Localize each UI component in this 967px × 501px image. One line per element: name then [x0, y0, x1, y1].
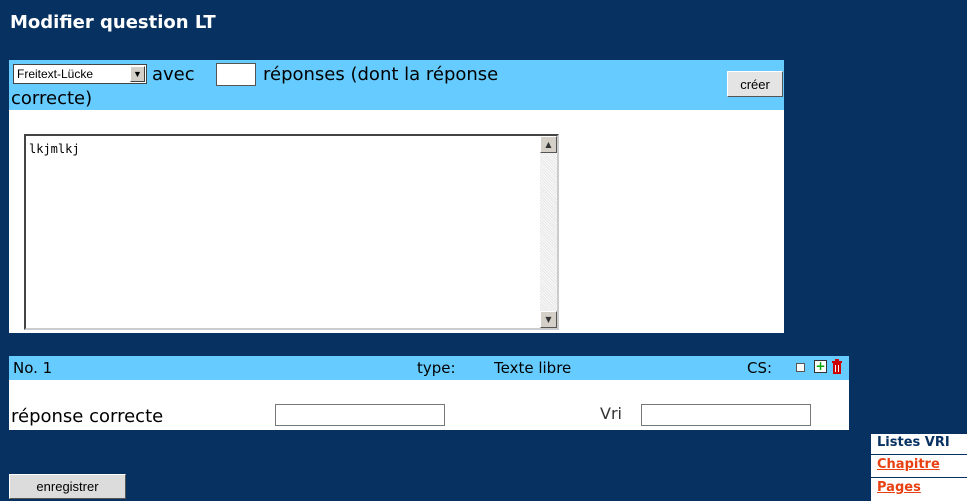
delete-answer-icon[interactable] — [831, 359, 843, 374]
responses-label-line2: correcte) — [11, 88, 93, 109]
scroll-down-icon[interactable]: ▼ — [540, 311, 557, 328]
correct-answer-label: réponse correcte — [11, 406, 164, 427]
divider — [871, 477, 967, 478]
vri-lists-title: Listes VRI — [877, 435, 950, 450]
page-title: Modifier question LT — [10, 12, 216, 33]
chevron-down-icon[interactable]: ▼ — [130, 66, 145, 82]
textarea-scrollbar[interactable]: ▲ ▼ — [540, 136, 557, 328]
cs-label: CS: — [747, 359, 773, 377]
answer-type-label: type: — [417, 359, 456, 377]
link-pages[interactable]: Pages — [877, 480, 921, 495]
question-type-value: Freitext-Lücke — [17, 67, 94, 81]
save-button[interactable]: enregistrer — [9, 474, 126, 499]
vri-input[interactable] — [641, 404, 811, 426]
vri-label: Vri — [600, 404, 622, 423]
answer-number: No. 1 — [13, 359, 53, 377]
vri-lists-panel: Listes VRI Chapitre Pages — [871, 434, 967, 501]
question-text-panel: lkjmlkj ▲ ▼ — [9, 110, 784, 333]
answer-header: No. 1 type: Texte libre CS: + — [9, 356, 849, 380]
answer-row: réponse correcte Vri — [9, 380, 849, 430]
responses-label-line1: réponses (dont la réponse — [263, 64, 499, 85]
question-textarea[interactable]: lkjmlkj — [26, 136, 540, 328]
question-type-select[interactable]: Freitext-Lücke ▼ — [13, 64, 147, 84]
create-button[interactable]: créer — [727, 71, 783, 97]
link-chapitre[interactable]: Chapitre — [877, 457, 940, 472]
answer-count-input[interactable] — [216, 63, 256, 86]
add-answer-icon[interactable]: + — [814, 360, 827, 373]
answer-type-value: Texte libre — [494, 359, 572, 377]
question-text-box: lkjmlkj ▲ ▼ — [24, 134, 559, 330]
case-sensitive-checkbox[interactable] — [796, 363, 805, 372]
divider — [871, 454, 967, 455]
answer-count-toolbar: Freitext-Lücke ▼ avec réponses (dont la … — [9, 60, 784, 110]
correct-answer-input[interactable] — [275, 404, 445, 426]
scroll-up-icon[interactable]: ▲ — [540, 136, 557, 153]
avec-label: avec — [152, 64, 195, 85]
